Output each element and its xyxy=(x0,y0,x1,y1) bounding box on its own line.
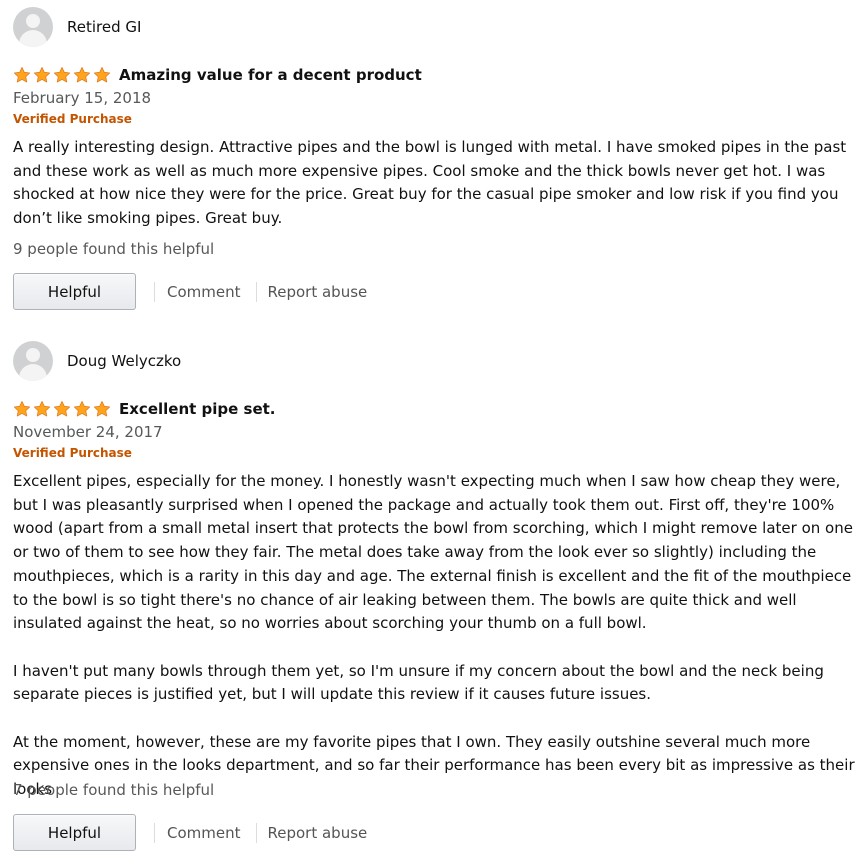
reviewer-name[interactable]: Retired GI xyxy=(67,18,141,36)
review-actions: Helpful Comment Report abuse xyxy=(13,814,367,851)
review-body: Excellent pipes, especially for the mone… xyxy=(13,470,859,802)
star-icon xyxy=(73,66,91,83)
divider xyxy=(255,822,257,843)
star-icon xyxy=(93,400,111,417)
star-icon xyxy=(53,66,71,83)
comment-link[interactable]: Comment xyxy=(167,283,241,301)
comment-link[interactable]: Comment xyxy=(167,824,241,842)
verified-purchase-badge[interactable]: Verified Purchase xyxy=(13,110,859,128)
star-icon xyxy=(13,400,31,417)
star-icon xyxy=(33,400,51,417)
review-actions: Helpful Comment Report abuse xyxy=(13,273,367,310)
verified-purchase-badge[interactable]: Verified Purchase xyxy=(13,444,859,462)
review-date: November 24, 2017 xyxy=(13,423,163,441)
divider xyxy=(154,281,155,302)
reviewer-name[interactable]: Doug Welyczko xyxy=(67,352,181,370)
report-abuse-link[interactable]: Report abuse xyxy=(268,824,368,842)
reviewer-profile[interactable]: Retired GI xyxy=(13,7,859,47)
review-date: February 15, 2018 xyxy=(13,89,152,107)
helpful-button[interactable]: Helpful xyxy=(13,814,136,851)
reviewer-profile[interactable]: Doug Welyczko xyxy=(13,341,859,381)
review-paragraph: I haven't put many bowls through them ye… xyxy=(13,661,824,704)
star-icon xyxy=(33,66,51,83)
review-title[interactable]: Excellent pipe set. xyxy=(119,400,276,418)
star-icon xyxy=(93,66,111,83)
divider xyxy=(154,822,155,843)
review-paragraph: Excellent pipes, especially for the mone… xyxy=(13,472,853,633)
review: Doug Welyczko Excellent pipe set. Novemb… xyxy=(13,341,859,802)
star-icon xyxy=(53,400,71,417)
review-title[interactable]: Amazing value for a decent product xyxy=(119,66,422,84)
helpful-button[interactable]: Helpful xyxy=(13,273,136,310)
default-avatar-icon xyxy=(13,341,53,381)
review-paragraph: A really interesting design. Attractive … xyxy=(13,138,847,228)
default-avatar-icon xyxy=(13,7,53,47)
helpful-count: 7 people found this helpful xyxy=(13,781,215,799)
star-icon xyxy=(13,66,31,83)
divider xyxy=(255,281,257,302)
star-rating[interactable] xyxy=(13,66,111,84)
review-body: A really interesting design. Attractive … xyxy=(13,136,859,231)
star-icon xyxy=(73,400,91,417)
report-abuse-link[interactable]: Report abuse xyxy=(268,283,368,301)
review: Retired GI Amazing value for a decent pr… xyxy=(13,7,859,231)
helpful-count: 9 people found this helpful xyxy=(13,240,215,258)
star-rating[interactable] xyxy=(13,400,111,418)
